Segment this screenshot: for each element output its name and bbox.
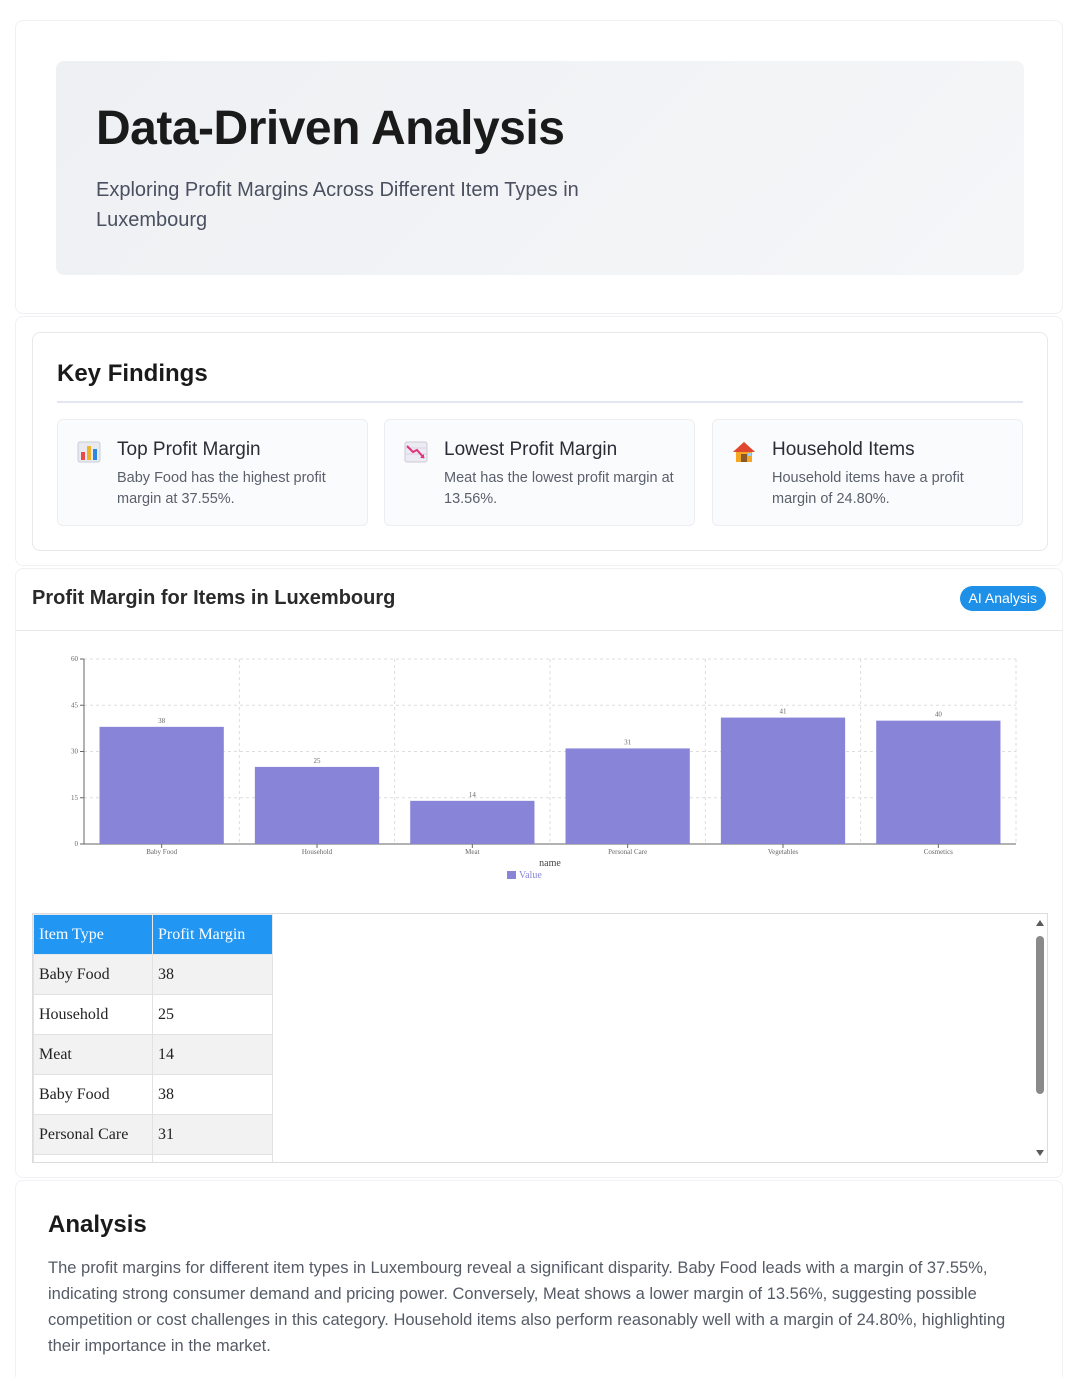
table-row: Meat 14 bbox=[33, 1034, 273, 1075]
table-cell: 38 bbox=[152, 954, 273, 995]
finding-top-profit: Top Profit Margin Baby Food has the high… bbox=[57, 419, 368, 526]
table-cell: 14 bbox=[152, 1034, 273, 1075]
y-tick-label: 30 bbox=[71, 748, 79, 756]
hero-card: Data-Driven Analysis Exploring Profit Ma… bbox=[15, 20, 1063, 314]
table-row bbox=[33, 1154, 273, 1162]
finding-lowest-profit: Lowest Profit Margin Meat has the lowest… bbox=[384, 419, 695, 526]
column-header-profit-margin[interactable]: Profit Margin bbox=[152, 914, 273, 955]
legend-label: Value bbox=[519, 870, 542, 881]
column-header-item-type[interactable]: Item Type bbox=[33, 914, 153, 955]
x-axis-label: name bbox=[539, 858, 561, 869]
bar-value-label: 31 bbox=[624, 738, 632, 746]
x-tick-label: Personal Care bbox=[608, 848, 647, 856]
house-icon bbox=[733, 442, 755, 462]
table-cell: Baby Food bbox=[33, 1074, 153, 1115]
x-tick-label: Household bbox=[302, 848, 333, 856]
table-row: Personal Care 31 bbox=[33, 1114, 273, 1155]
scrollbar-thumb[interactable] bbox=[1036, 936, 1044, 1094]
finding-title: Top Profit Margin bbox=[117, 439, 261, 460]
chart-title: Profit Margin for Items in Luxembourg bbox=[32, 587, 396, 609]
x-tick-label: Cosmetics bbox=[924, 848, 953, 856]
finding-text: Baby Food has the highest profit margin … bbox=[117, 470, 326, 507]
table-cell: Personal Care bbox=[33, 1114, 153, 1155]
finding-title: Household Items bbox=[772, 439, 915, 460]
finding-text: Household items have a profit margin of … bbox=[772, 470, 964, 507]
bar-value-label: 38 bbox=[158, 717, 166, 725]
chart-decreasing-icon bbox=[404, 441, 428, 463]
table-cell: 38 bbox=[152, 1074, 273, 1115]
analysis-section: Analysis The profit margins for differen… bbox=[15, 1180, 1063, 1377]
bar bbox=[565, 748, 690, 844]
findings-card: Key Findings Top Profit Margin Baby Food… bbox=[32, 332, 1048, 551]
page-subtitle: Exploring Profit Margins Across Differen… bbox=[96, 179, 579, 231]
table-scrollbar[interactable] bbox=[1033, 914, 1047, 1162]
table-cell bbox=[33, 1154, 153, 1162]
bar bbox=[876, 720, 1001, 844]
finding-title: Lowest Profit Margin bbox=[444, 439, 618, 460]
table-cell: 31 bbox=[152, 1114, 273, 1155]
ai-analysis-badge[interactable]: AI Analysis bbox=[959, 586, 1046, 611]
analysis-text: The profit margins for different item ty… bbox=[48, 1259, 1006, 1355]
findings-section: Key Findings Top Profit Margin Baby Food… bbox=[15, 316, 1063, 566]
x-tick-label: Meat bbox=[465, 848, 479, 856]
y-tick-label: 60 bbox=[71, 655, 79, 663]
bar bbox=[720, 717, 846, 844]
bar bbox=[99, 726, 224, 844]
y-tick-label: 45 bbox=[71, 701, 79, 709]
scroll-down-arrow-icon[interactable] bbox=[1036, 1150, 1044, 1156]
chart-section: Profit Margin for Items in Luxembourg AI… bbox=[15, 568, 1063, 1178]
x-tick-label: Vegetables bbox=[768, 848, 799, 856]
table-row: Household 25 bbox=[33, 994, 273, 1035]
table-cell: Meat bbox=[33, 1034, 153, 1075]
y-tick-label: 0 bbox=[75, 840, 79, 848]
table-cell: Baby Food bbox=[33, 954, 153, 995]
bar-value-label: 25 bbox=[314, 757, 322, 765]
table-cell: 25 bbox=[152, 994, 273, 1035]
y-tick-label: 15 bbox=[71, 794, 79, 802]
findings-divider bbox=[57, 401, 1023, 403]
table-row: Baby Food 38 bbox=[33, 1074, 273, 1115]
table-cell: Household bbox=[33, 994, 153, 1035]
data-table: Item Type Profit Margin Baby Food 38 Hou… bbox=[33, 914, 273, 1162]
bar bbox=[410, 800, 535, 844]
page-title: Data-Driven Analysis bbox=[96, 102, 565, 155]
legend-swatch bbox=[507, 871, 516, 879]
table-cell bbox=[152, 1154, 273, 1162]
finding-text: Meat has the lowest profit margin at 13.… bbox=[444, 470, 674, 507]
hero-banner: Data-Driven Analysis Exploring Profit Ma… bbox=[56, 61, 1024, 275]
table-header-row: Item Type Profit Margin bbox=[33, 914, 273, 955]
bar bbox=[254, 766, 380, 844]
bar-value-label: 41 bbox=[780, 708, 788, 716]
table-row: Baby Food 38 bbox=[33, 954, 273, 995]
findings-title: Key Findings bbox=[57, 360, 208, 387]
analysis-title: Analysis bbox=[48, 1211, 147, 1238]
x-tick-label: Baby Food bbox=[146, 848, 177, 856]
bar-value-label: 40 bbox=[935, 711, 943, 719]
scroll-up-arrow-icon[interactable] bbox=[1036, 920, 1044, 926]
bar-value-label: 14 bbox=[469, 791, 477, 799]
bar-chart: 0 15 30 45 60 38 Baby Food 25 Household 14 Meat 31 P… bbox=[71, 655, 1017, 881]
data-table-container[interactable]: Item Type Profit Margin Baby Food 38 Hou… bbox=[32, 913, 1048, 1163]
finding-household: Household Items Household items have a p… bbox=[712, 419, 1023, 526]
bar-chart-icon bbox=[77, 441, 101, 463]
